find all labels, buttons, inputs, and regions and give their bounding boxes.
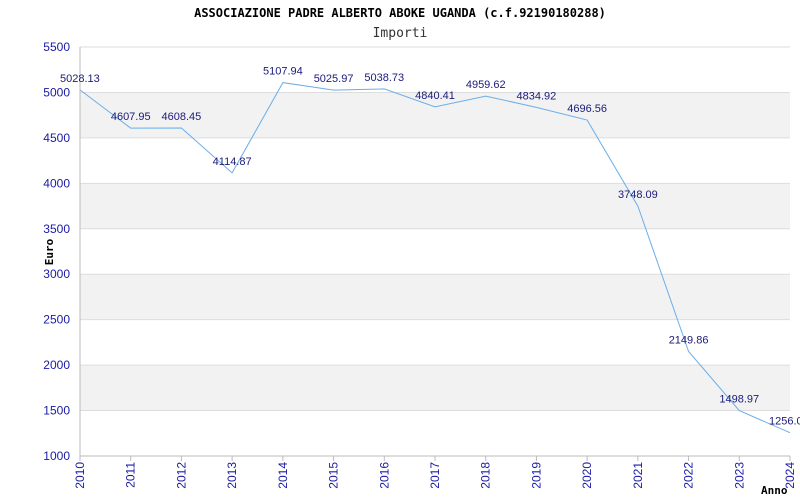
x-tick-label: 2016 bbox=[377, 462, 391, 489]
data-label: 4959.62 bbox=[466, 79, 506, 91]
x-tick-label: 2013 bbox=[225, 462, 239, 489]
grid-band bbox=[80, 274, 790, 320]
data-label: 1256.0 bbox=[769, 416, 800, 428]
x-tick-label: 2014 bbox=[276, 462, 290, 489]
data-label: 1498.97 bbox=[719, 394, 759, 406]
x-tick-label: 2021 bbox=[631, 462, 645, 489]
y-tick-label: 2500 bbox=[43, 313, 70, 327]
data-label: 5107.94 bbox=[263, 66, 303, 78]
x-tick-label: 2018 bbox=[479, 462, 493, 489]
data-label: 4607.95 bbox=[111, 111, 151, 123]
grid-band bbox=[80, 365, 790, 411]
chart-subtitle: Importi bbox=[373, 26, 428, 41]
data-label: 5038.73 bbox=[364, 72, 404, 84]
x-tick-label: 2015 bbox=[327, 462, 341, 489]
y-tick-label: 5500 bbox=[43, 40, 70, 54]
data-label: 5028.13 bbox=[60, 73, 100, 85]
x-tick-label: 2022 bbox=[682, 462, 696, 489]
x-tick-label: 2012 bbox=[174, 462, 188, 489]
data-label: 4696.56 bbox=[567, 103, 607, 115]
x-tick-label: 2019 bbox=[529, 462, 543, 489]
data-label: 4608.45 bbox=[162, 111, 202, 123]
grid-band bbox=[80, 183, 790, 229]
y-tick-label: 3000 bbox=[43, 267, 70, 281]
y-tick-label: 1000 bbox=[43, 449, 70, 463]
data-label: 4834.92 bbox=[517, 90, 557, 102]
y-tick-label: 4500 bbox=[43, 131, 70, 145]
y-tick-label: 5000 bbox=[43, 85, 70, 99]
x-tick-label: 2010 bbox=[73, 462, 87, 489]
x-tick-label: 2020 bbox=[580, 462, 594, 489]
data-label: 3748.09 bbox=[618, 189, 658, 201]
x-tick-label: 2017 bbox=[428, 462, 442, 489]
y-axis-label: Euro bbox=[43, 238, 56, 265]
chart-title: ASSOCIAZIONE PADRE ALBERTO ABOKE UGANDA … bbox=[194, 6, 606, 20]
data-label: 5025.97 bbox=[314, 73, 354, 85]
x-tick-label: 2011 bbox=[124, 462, 138, 488]
x-axis-label: Anno bbox=[761, 484, 788, 497]
data-label: 4840.41 bbox=[415, 90, 455, 102]
y-tick-label: 1500 bbox=[43, 404, 70, 418]
data-label: 4114.87 bbox=[213, 156, 252, 168]
y-tick-label: 4000 bbox=[43, 176, 70, 190]
x-tick-label: 2023 bbox=[732, 462, 746, 489]
chart: 1000 1500 2000 2500 3000 3500 4000 4500 5000 5500… bbox=[0, 0, 800, 500]
data-label: 2149.86 bbox=[669, 334, 709, 346]
y-tick-label: 3500 bbox=[43, 222, 70, 236]
y-tick-label: 2000 bbox=[43, 358, 70, 372]
